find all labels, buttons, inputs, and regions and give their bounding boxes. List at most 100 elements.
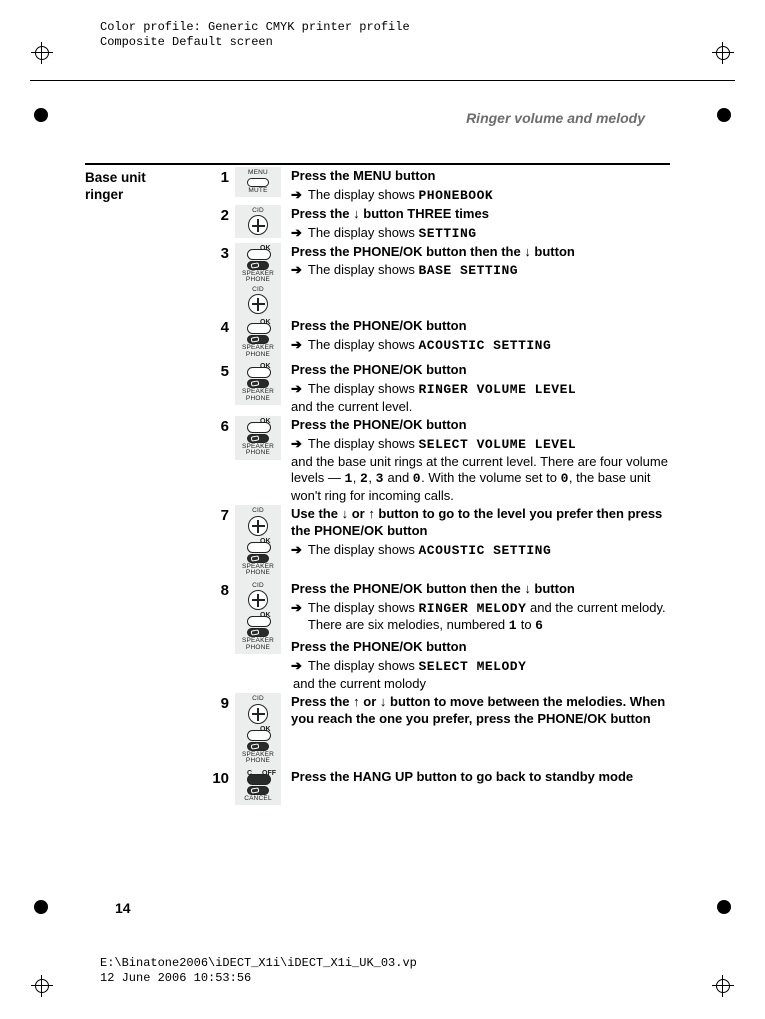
step-instruction: Press the HANG UP button to go back to s… xyxy=(291,769,670,786)
step-tail: and the base unit rings at the current l… xyxy=(291,454,670,506)
step-result-suffix: and the current level. xyxy=(291,399,670,416)
menu-button-icon: MENU MUTE xyxy=(241,170,275,194)
reg-dot-icon xyxy=(34,900,48,914)
arrow-icon: ➔ xyxy=(291,600,302,636)
step-icons: OK SPEAKER PHONE xyxy=(235,317,281,361)
step-number: 1 xyxy=(195,167,235,186)
step-number: 3 xyxy=(195,243,235,262)
nav-plus-icon: CID xyxy=(241,508,275,536)
arrow-icon: ➔ xyxy=(291,187,302,205)
nav-plus-icon: CID xyxy=(241,287,275,315)
step-instruction: Press the PHONE/OK button xyxy=(291,639,670,656)
step-icons: OK SPEAKER PHONE xyxy=(235,361,281,405)
arrow-icon: ➔ xyxy=(291,436,302,454)
nav-plus-icon: CID xyxy=(241,208,275,236)
step-number: 5 xyxy=(195,361,235,380)
step-row: 8 CID OK SPEAKER PHONE Press the PHONE/O… xyxy=(85,580,670,693)
step-body: Use the ↓ or ↑ button to go to the level… xyxy=(281,505,670,560)
step-body: Press the MENU button ➔ The display show… xyxy=(281,167,670,205)
prepress-profile: Color profile: Generic CMYK printer prof… xyxy=(100,20,410,50)
reg-mark-icon xyxy=(712,42,734,64)
color-profile-line: Color profile: Generic CMYK printer prof… xyxy=(100,20,410,35)
step-body: Press the PHONE/OK button ➔ The display … xyxy=(281,317,670,355)
reg-dot-icon xyxy=(34,108,48,122)
step-icons: CID OK SPEAKER PHONE xyxy=(235,505,281,580)
step-icons: CID xyxy=(235,205,281,239)
crop-line xyxy=(30,80,735,81)
file-path-line: E:\Binatone2006\iDECT_X1i\iDECT_X1i_UK_0… xyxy=(100,956,417,971)
step-instruction: Press the PHONE/OK button then the ↓ but… xyxy=(291,581,670,598)
step-row: 7 CID OK SPEAKER PHONE Use the ↓ or ↑ bu… xyxy=(85,505,670,580)
step-result: ➔ The display shows SELECT MELODY xyxy=(291,658,670,676)
section-title xyxy=(85,361,195,364)
section-title xyxy=(85,505,195,508)
nav-plus-icon: CID xyxy=(241,696,275,724)
section-title xyxy=(85,768,195,771)
phone-ok-button-icon: OK SPEAKER PHONE xyxy=(241,613,275,651)
step-number: 4 xyxy=(195,317,235,336)
arrow-icon: ➔ xyxy=(291,225,302,243)
step-icons: CID OK SPEAKER PHONE xyxy=(235,693,281,768)
step-body: Press the PHONE/OK button ➔ The display … xyxy=(281,361,670,416)
step-result: ➔ The display shows ACOUSTIC SETTING xyxy=(291,542,670,560)
step-result: ➔ The display shows PHONEBOOK xyxy=(291,187,670,205)
section-title xyxy=(85,317,195,320)
step-row: 5 OK SPEAKER PHONE Press the PHONE/OK bu… xyxy=(85,361,670,416)
step-number: 10 xyxy=(195,768,235,787)
step-icons: OK SPEAKER PHONE xyxy=(235,416,281,460)
step-icons: CID OK SPEAKER PHONE xyxy=(235,580,281,655)
reg-mark-icon xyxy=(31,42,53,64)
section-title xyxy=(85,693,195,696)
phone-ok-button-icon: OK SPEAKER PHONE xyxy=(241,727,275,765)
step-instruction: Press the ↑ or ↓ button to move between … xyxy=(291,694,670,728)
step-body: Press the ↑ or ↓ button to move between … xyxy=(281,693,670,730)
step-instruction: Press the MENU button xyxy=(291,168,670,185)
step-result: ➔ The display shows RINGER MELODY and th… xyxy=(291,600,670,636)
step-instruction: Press the ↓ button THREE times xyxy=(291,206,670,223)
section-title xyxy=(85,205,195,208)
step-body: Press the HANG UP button to go back to s… xyxy=(281,768,670,788)
page-header: Ringer volume and melody xyxy=(466,110,645,126)
reg-dot-icon xyxy=(717,900,731,914)
step-body: Press the PHONE/OK button ➔ The display … xyxy=(281,416,670,505)
file-date-line: 12 June 2006 10:53:56 xyxy=(100,971,417,986)
reg-dot-icon xyxy=(717,108,731,122)
step-number: 7 xyxy=(195,505,235,524)
arrow-icon: ➔ xyxy=(291,542,302,560)
phone-ok-button-icon: OK SPEAKER PHONE xyxy=(241,539,275,577)
step-body: Press the ↓ button THREE times ➔ The dis… xyxy=(281,205,670,243)
step-row: 9 CID OK SPEAKER PHONE Press the ↑ or ↓ … xyxy=(85,693,670,768)
step-row: 3 OK SPEAKER PHONE CID Press the PHONE/O… xyxy=(85,243,670,318)
hangup-cancel-button-icon: COFF CANCEL xyxy=(241,771,275,803)
step-number: 9 xyxy=(195,693,235,712)
phone-ok-button-icon: OK SPEAKER PHONE xyxy=(241,364,275,402)
arrow-icon: ➔ xyxy=(291,381,302,399)
composite-line: Composite Default screen xyxy=(100,35,410,50)
page-number: 14 xyxy=(115,900,131,916)
reg-mark-icon xyxy=(31,975,53,997)
prepress-footer: E:\Binatone2006\iDECT_X1i\iDECT_X1i_UK_0… xyxy=(100,956,417,986)
section-title xyxy=(85,243,195,246)
reg-mark-icon xyxy=(712,975,734,997)
step-instruction: Use the ↓ or ↑ button to go to the level… xyxy=(291,506,670,540)
step-result: ➔ The display shows SETTING xyxy=(291,225,670,243)
nav-plus-icon: CID xyxy=(241,583,275,611)
step-row: 4 OK SPEAKER PHONE Press the PHONE/OK bu… xyxy=(85,317,670,361)
step-body: Press the PHONE/OK button then the ↓ but… xyxy=(281,243,670,281)
manual-content: Base unitringer 1 MENU MUTE Press the ME… xyxy=(85,163,670,805)
step-number: 8 xyxy=(195,580,235,599)
step-number: 6 xyxy=(195,416,235,435)
step-row: 10 COFF CANCEL Press the HANG UP button … xyxy=(85,768,670,806)
section-title xyxy=(85,416,195,419)
phone-ok-button-icon: OK SPEAKER PHONE xyxy=(241,320,275,358)
step-row: 2 CID Press the ↓ button THREE times ➔ T… xyxy=(85,205,670,243)
step-result: ➔ The display shows RINGER VOLUME LEVEL xyxy=(291,381,670,399)
step-icons: OK SPEAKER PHONE CID xyxy=(235,243,281,318)
step-icons: MENU MUTE xyxy=(235,167,281,197)
step-result-suffix: and the current molody xyxy=(291,676,670,693)
step-instruction: Press the PHONE/OK button xyxy=(291,362,670,379)
arrow-icon: ➔ xyxy=(291,337,302,355)
step-result: ➔ The display shows SELECT VOLUME LEVEL xyxy=(291,436,670,454)
step-instruction: Press the PHONE/OK button xyxy=(291,318,670,335)
phone-ok-button-icon: OK SPEAKER PHONE xyxy=(241,246,275,284)
